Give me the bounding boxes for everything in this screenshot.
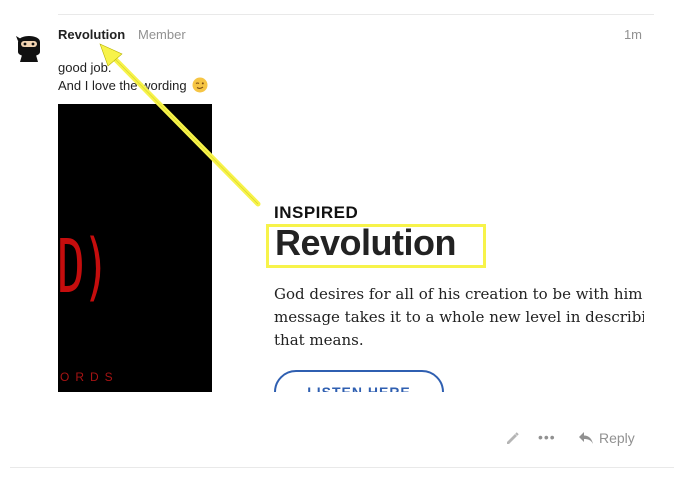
onebox-title[interactable]: Revolution xyxy=(275,222,457,264)
onebox-kicker: INSPIRED xyxy=(274,203,359,222)
ellipsis-icon[interactable]: ••• xyxy=(538,430,555,446)
post-actions: ••• Reply xyxy=(0,428,690,450)
post-body-text: And I love the wording xyxy=(58,78,187,93)
pencil-icon[interactable] xyxy=(504,430,520,446)
user-title: Member xyxy=(138,27,186,42)
cover-subtext: ORDS xyxy=(60,370,119,384)
reply-label: Reply xyxy=(599,430,635,446)
top-divider xyxy=(58,14,654,15)
onebox-description: God desires for all of his creation to b… xyxy=(274,283,644,352)
avatar[interactable] xyxy=(12,28,46,62)
bottom-divider xyxy=(10,467,674,468)
description-line-3: that means. xyxy=(274,331,364,349)
cover-text: ED) xyxy=(58,224,110,310)
post-date[interactable]: 1m xyxy=(624,27,642,42)
reply-icon xyxy=(579,432,593,444)
description-line-2: message takes it to a whole new level in… xyxy=(274,308,644,326)
post-username[interactable]: Revolution xyxy=(58,27,125,42)
listen-here-button[interactable]: LISTEN HERE xyxy=(274,370,444,392)
listen-button-clip: LISTEN HERE xyxy=(274,368,454,392)
post-body-line-2: And I love the wording xyxy=(58,77,208,93)
winking-face-emoji xyxy=(192,77,208,93)
post-body-line-1: good job. xyxy=(58,60,112,75)
onebox-cover-image[interactable]: ED) ORDS xyxy=(58,104,212,392)
description-line-1: God desires for all of his creation to b… xyxy=(274,285,644,303)
reply-button[interactable]: Reply xyxy=(578,428,635,448)
